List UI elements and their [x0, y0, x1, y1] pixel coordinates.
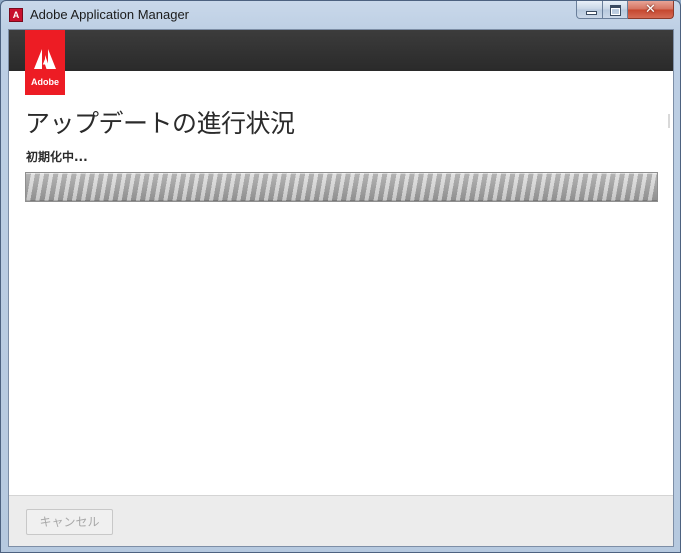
app-window: A Adobe Application Manager ✕ Adobe アップデ… — [0, 0, 681, 553]
title-bar[interactable]: A Adobe Application Manager ✕ — [1, 1, 680, 29]
progress-bar — [25, 172, 658, 202]
close-icon: ✕ — [645, 2, 656, 17]
dialog-content: Adobe アップデートの進行状況 初期化中... キャンセル — [8, 29, 674, 547]
edge-marker — [668, 114, 670, 128]
footer-bar: キャンセル — [9, 495, 673, 546]
maximize-button[interactable] — [603, 1, 628, 19]
window-controls: ✕ — [576, 1, 674, 20]
minimize-button[interactable] — [576, 1, 603, 19]
adobe-logo: Adobe — [25, 30, 65, 95]
header-band — [9, 30, 673, 71]
cancel-button[interactable]: キャンセル — [26, 509, 113, 535]
maximize-icon — [610, 5, 621, 16]
window-title: Adobe Application Manager — [30, 7, 190, 22]
adobe-app-icon: A — [9, 8, 23, 22]
page-title: アップデートの進行状況 — [25, 109, 295, 138]
adobe-a-icon — [34, 49, 56, 69]
progress-indicator — [26, 173, 657, 201]
close-button[interactable]: ✕ — [628, 1, 674, 19]
adobe-logo-text: Adobe — [31, 77, 59, 87]
minimize-icon — [586, 11, 597, 15]
status-text: 初期化中... — [26, 150, 88, 164]
